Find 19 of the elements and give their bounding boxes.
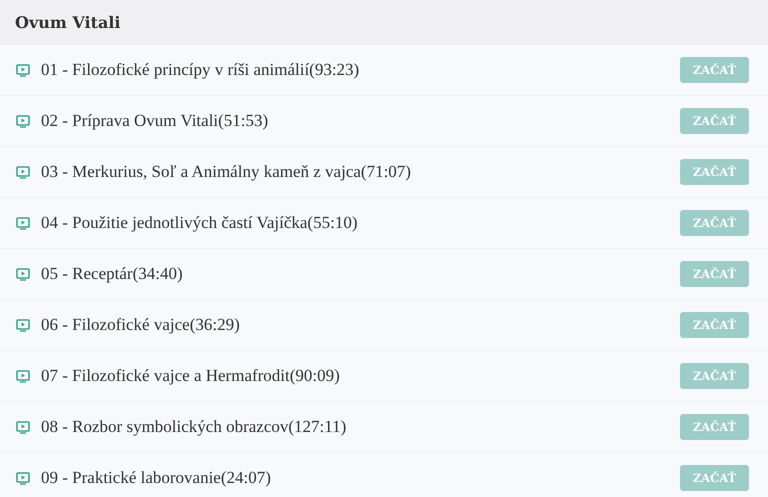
video-icon (16, 216, 30, 230)
video-icon (16, 114, 30, 128)
lesson-title[interactable]: 06 - Filozofické vajce(36:29) (41, 315, 680, 335)
lesson-title[interactable]: 08 - Rozbor symbolických obrazcov(127:11) (41, 417, 680, 437)
lesson-title[interactable]: 09 - Praktické laborovanie(24:07) (41, 468, 680, 488)
lesson-title[interactable]: 07 - Filozofické vajce a Hermafrodit(90:09) (41, 366, 680, 386)
lesson-title[interactable]: 04 - Použitie jednotlivých častí Vajíčka(55:10) (41, 213, 680, 233)
video-icon (16, 268, 30, 280)
video-icon (16, 166, 30, 178)
video-icon (16, 370, 30, 382)
section-title: Ovum Vitali (15, 13, 120, 32)
lesson-title[interactable]: 01 - Filozofické princípy v ríši animálií(93:23) (41, 60, 680, 80)
video-icon (16, 472, 30, 484)
lesson-title[interactable]: 03 - Merkurius, Soľ a Animálny kameň z vajca(71:07) (41, 162, 680, 182)
video-icon (16, 64, 30, 76)
video-icon (16, 420, 30, 434)
lesson-title[interactable]: 05 - Receptár(34:40) (41, 264, 680, 284)
lesson-title[interactable]: 02 - Príprava Ovum Vitali(51:53) (41, 111, 680, 131)
video-icon (16, 318, 30, 332)
